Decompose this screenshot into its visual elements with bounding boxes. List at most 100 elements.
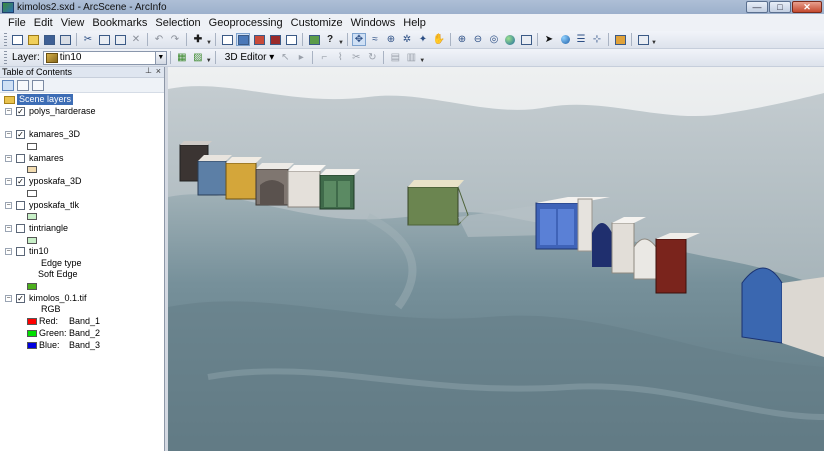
interpolate-dropdown-icon[interactable]: ▼ (206, 51, 212, 64)
paste-icon[interactable] (113, 33, 127, 46)
close-icon[interactable]: × (156, 66, 161, 76)
list-by-source-icon[interactable] (17, 79, 29, 91)
new-document-icon[interactable] (10, 33, 24, 46)
expander-minus-icon[interactable]: − (5, 131, 12, 139)
menu-bookmarks[interactable]: Bookmarks (88, 17, 151, 29)
zoom-out-icon[interactable]: ⊖ (471, 33, 485, 46)
layer-row-kamares[interactable]: − kamares (0, 152, 164, 164)
expander-minus-icon[interactable]: − (5, 224, 12, 232)
layer-row-kamares-3d[interactable]: − ✓ kamares_3D (0, 129, 164, 141)
reshape-icon[interactable]: ⌇ (333, 51, 347, 64)
globe-icon[interactable] (503, 33, 517, 46)
interpolate-icon[interactable]: ▦ (175, 51, 189, 64)
list-by-visibility-icon[interactable] (32, 79, 44, 91)
symbol-swatch[interactable] (27, 189, 37, 197)
layer-row-kimolos-tif[interactable]: − ✓ kimolos_0.1.tif (0, 293, 164, 305)
record-icon[interactable] (268, 33, 282, 46)
save-icon[interactable] (42, 33, 56, 46)
menu-geoprocessing[interactable]: Geoprocessing (205, 17, 287, 29)
layer-row-yposkafa-3d[interactable]: − ✓ yposkafa_3D (0, 176, 164, 188)
narrow-fov-icon[interactable]: ◎ (487, 33, 501, 46)
html-popup-icon[interactable]: ☰ (574, 33, 588, 46)
layer-visibility-checkbox[interactable] (16, 223, 25, 233)
target-center-icon[interactable]: ⊕ (384, 33, 398, 46)
expander-minus-icon[interactable]: − (5, 154, 12, 162)
edit-tool-icon[interactable]: ↖ (278, 51, 292, 64)
add-data-icon[interactable]: ✚ (191, 33, 205, 46)
select-arrow-icon[interactable]: ➤ (542, 33, 556, 46)
measure-icon[interactable]: ⊹ (590, 33, 604, 46)
symbol-swatch[interactable] (27, 166, 37, 174)
expander-minus-icon[interactable]: − (5, 178, 12, 186)
menu-view[interactable]: View (57, 17, 89, 29)
scene-render[interactable] (168, 67, 824, 451)
animation-icon[interactable] (252, 33, 266, 46)
layer-row-yposkafa-tlk[interactable]: − yposkafa_tlk (0, 199, 164, 211)
layer-row-tintriangle[interactable]: − tintriangle (0, 223, 164, 235)
layer-visibility-checkbox[interactable]: ✓ (16, 294, 25, 304)
add-data-dropdown-icon[interactable]: ▼ (206, 33, 212, 46)
band-swatch[interactable] (27, 341, 37, 349)
menu-help[interactable]: Help (399, 17, 430, 29)
cut-polygon-icon[interactable]: ✂ (349, 51, 363, 64)
fly-icon[interactable]: ≈ (368, 33, 382, 46)
editor-more-dropdown-icon[interactable]: ▼ (419, 51, 425, 64)
delete-icon[interactable]: ✕ (129, 33, 143, 46)
redo-icon[interactable]: ↷ (168, 33, 182, 46)
open-folder-icon[interactable] (26, 33, 40, 46)
layer-row-tin10[interactable]: − tin10 (0, 246, 164, 258)
minimize-button[interactable]: — (746, 1, 768, 13)
menu-edit[interactable]: Edit (30, 17, 57, 29)
sketch-icon[interactable]: ▸ (294, 51, 308, 64)
symbol-swatch[interactable] (27, 236, 37, 244)
copy-icon[interactable] (97, 33, 111, 46)
identify-icon[interactable] (558, 33, 572, 46)
symbol-swatch[interactable] (27, 213, 37, 221)
layer-visibility-checkbox[interactable]: ✓ (16, 107, 25, 117)
help-dropdown-icon[interactable]: ▼ (338, 33, 344, 46)
zoom-in-icon[interactable]: ⊕ (455, 33, 469, 46)
menu-windows[interactable]: Windows (347, 17, 400, 29)
interpolate-line-icon[interactable]: ▨ (191, 51, 205, 64)
arctoolbox-icon[interactable] (636, 33, 650, 46)
menu-customize[interactable]: Customize (287, 17, 347, 29)
attributes-icon[interactable]: ▤ (388, 51, 402, 64)
edit-vertices-icon[interactable]: ⌐ (317, 51, 331, 64)
maximize-button[interactable]: □ (769, 1, 791, 13)
3d-editor-menu[interactable]: 3D Editor ▾ (222, 52, 278, 63)
layer-visibility-checkbox[interactable]: ✓ (16, 177, 25, 187)
viewer-icon[interactable] (284, 33, 298, 46)
layer-visibility-checkbox[interactable] (16, 247, 25, 257)
print-icon[interactable] (58, 33, 72, 46)
layer-row-polys-harderase[interactable]: − ✓ polys_harderase (0, 106, 164, 118)
observer-icon[interactable]: ✦ (416, 33, 430, 46)
expander-minus-icon[interactable]: − (5, 201, 12, 209)
identify-help-icon[interactable]: ? (323, 33, 337, 46)
navigate-icon[interactable]: ✥ (352, 33, 366, 46)
more-tools-dropdown-icon[interactable]: ▼ (651, 33, 657, 46)
symbol-swatch[interactable] (27, 143, 37, 151)
layer-visibility-checkbox[interactable]: ✓ (16, 130, 25, 140)
menu-selection[interactable]: Selection (151, 17, 204, 29)
scene-view-icon[interactable] (236, 33, 250, 46)
menu-file[interactable]: File (4, 17, 30, 29)
cut-icon[interactable]: ✂ (81, 33, 95, 46)
layer-visibility-checkbox[interactable] (16, 200, 25, 210)
undo-icon[interactable]: ↶ (152, 33, 166, 46)
scene-layers-group[interactable]: Scene layers (4, 94, 164, 106)
layers-icon[interactable] (307, 33, 321, 46)
expander-minus-icon[interactable]: − (5, 248, 12, 256)
expander-minus-icon[interactable]: − (5, 108, 12, 116)
full-extent-globe-icon[interactable] (519, 33, 533, 46)
pan-icon[interactable]: ✋ (432, 33, 446, 46)
close-button[interactable]: ✕ (792, 1, 822, 13)
list-by-drawing-order-icon[interactable] (2, 79, 14, 91)
full-extent-icon[interactable] (220, 33, 234, 46)
layer-select[interactable]: tin10 ▼ (42, 50, 167, 65)
layer-visibility-checkbox[interactable] (16, 153, 25, 163)
band-swatch[interactable] (27, 318, 37, 326)
band-swatch[interactable] (27, 330, 37, 338)
pin-icon[interactable]: ⊥ (145, 66, 152, 75)
toolbar-grip[interactable] (4, 33, 7, 46)
symbol-swatch[interactable] (27, 283, 37, 291)
